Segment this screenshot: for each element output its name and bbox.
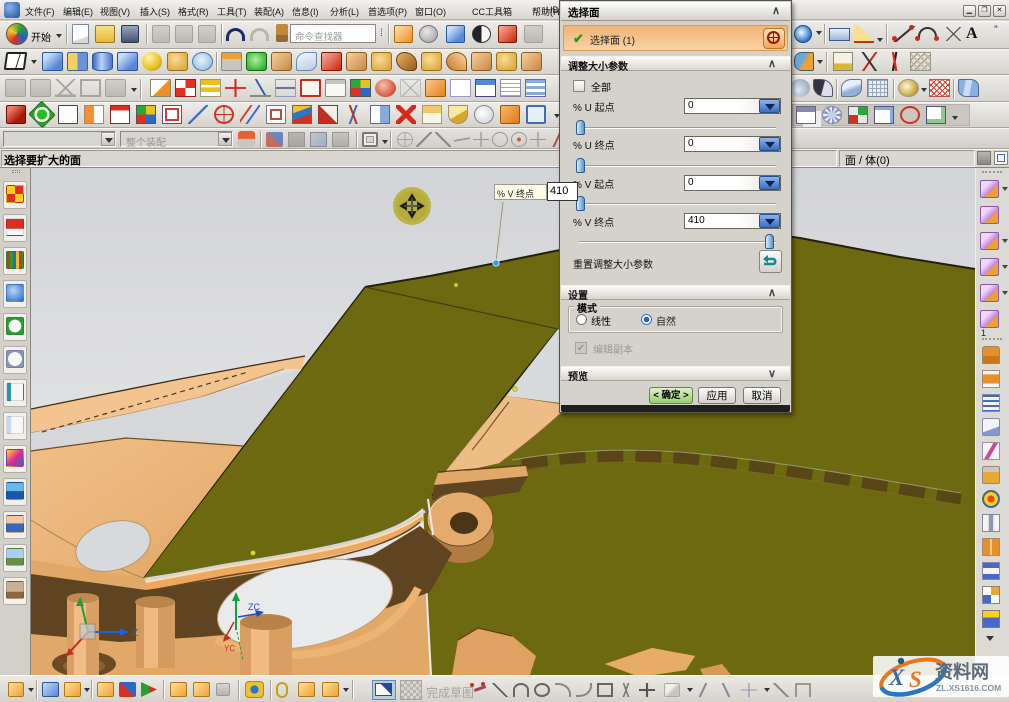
svg-text:x: x xyxy=(58,656,63,667)
svg-text:X: X xyxy=(888,665,905,690)
svg-text:Z: Z xyxy=(132,628,138,639)
svg-text:资料网: 资料网 xyxy=(935,661,989,682)
svg-text:YC: YC xyxy=(224,644,235,653)
svg-text:ZL.XS1616.COM: ZL.XS1616.COM xyxy=(936,683,1001,693)
svg-text:S: S xyxy=(909,667,922,692)
svg-text:ZC: ZC xyxy=(248,602,260,612)
